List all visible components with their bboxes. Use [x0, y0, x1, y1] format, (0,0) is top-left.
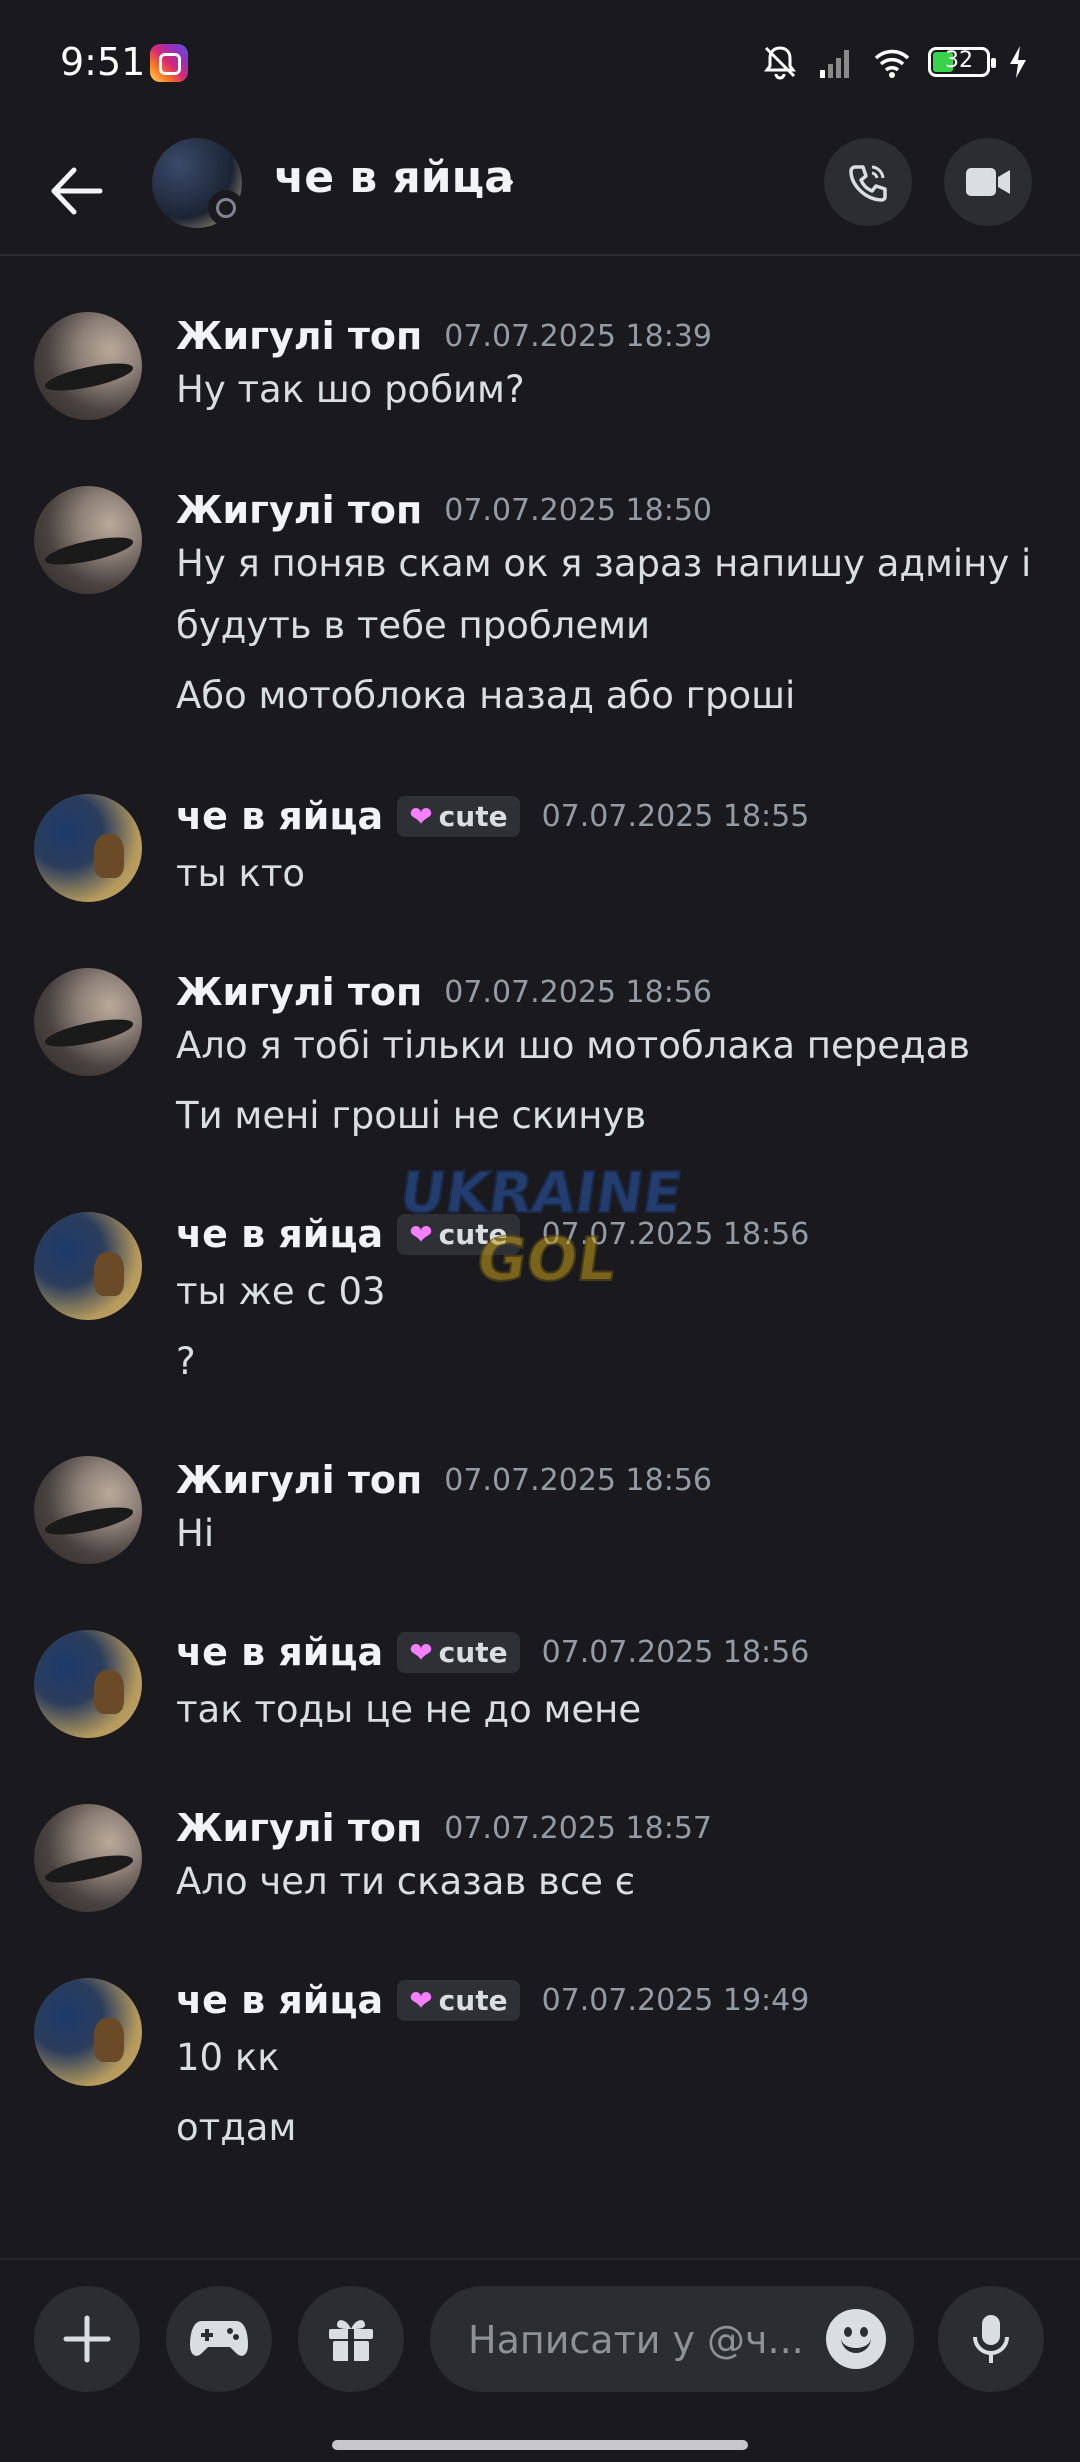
- role-tag: ❤ cute: [397, 795, 520, 837]
- heart-icon: ❤: [409, 1983, 433, 2017]
- avatar[interactable]: [34, 312, 142, 420]
- video-call-button[interactable]: [944, 138, 1032, 226]
- gift-button[interactable]: [298, 2286, 404, 2392]
- microphone-icon: [973, 2315, 1009, 2363]
- avatar[interactable]: [34, 1630, 142, 1738]
- back-arrow-icon[interactable]: [42, 156, 112, 226]
- timestamp: 07.07.2025 18:50: [444, 492, 713, 528]
- message-text: Або мотоблока назад або гроші: [176, 674, 796, 717]
- message-text: будуть в тебе проблеми: [176, 604, 651, 647]
- author-name[interactable]: че в яйца: [176, 1978, 383, 2022]
- message-text: 10 кк: [176, 2036, 280, 2079]
- timestamp: 07.07.2025 18:57: [444, 1810, 713, 1846]
- timestamp: 07.07.2025 18:39: [444, 318, 713, 354]
- plus-icon: [63, 2315, 111, 2363]
- message-text: ты же с 03: [176, 1270, 386, 1313]
- avatar[interactable]: [34, 486, 142, 594]
- message-text: Ти мені гроші не скинув: [176, 1094, 647, 1137]
- channel-title[interactable]: че в яйца: [274, 152, 514, 203]
- call-button[interactable]: [824, 138, 912, 226]
- message-text: Ало чел ти сказав все є: [176, 1860, 636, 1903]
- role-tag: ❤ cute: [397, 1979, 520, 2021]
- watermark-logo: UKRAINE GOL: [395, 1160, 687, 1296]
- timestamp: 07.07.2025 18:56: [444, 974, 713, 1010]
- watermark-line2: GOL: [472, 1225, 620, 1295]
- timestamp: 07.07.2025 19:49: [541, 1982, 810, 2018]
- activities-button[interactable]: [166, 2286, 272, 2392]
- instagram-icon: [150, 44, 188, 82]
- message-text: Ні: [176, 1512, 215, 1555]
- chevron-right-icon[interactable]: ›: [500, 158, 516, 204]
- phone-call-icon: [849, 165, 887, 202]
- wifi-icon: [874, 49, 910, 78]
- tag-label: cute: [438, 1635, 508, 1669]
- message-text: Ало я тобі тільки шо мотоблака передав: [176, 1024, 971, 1067]
- heart-icon: ❤: [409, 799, 433, 833]
- avatar[interactable]: [34, 794, 142, 902]
- author-name[interactable]: Жигулі топ: [176, 1458, 422, 1502]
- status-icons: 32: [760, 42, 1030, 82]
- offline-status-icon: [208, 190, 244, 226]
- author-name[interactable]: Жигулі топ: [176, 970, 422, 1014]
- watermark-line1: UKRAINE: [396, 1161, 686, 1226]
- message-text: Ну так шо робим?: [176, 368, 525, 411]
- timestamp: 07.07.2025 18:56: [541, 1634, 810, 1670]
- gift-icon: [329, 2320, 373, 2361]
- message-text: ?: [176, 1340, 196, 1383]
- avatar[interactable]: [34, 1212, 142, 1320]
- gamepad-icon: [190, 2321, 248, 2356]
- tag-label: cute: [438, 1983, 508, 2017]
- message-text: Ну я поняв скам ок я зараз напишу адміну…: [176, 542, 1032, 585]
- status-bar: 9:51 32: [0, 0, 1080, 130]
- video-camera-icon: [966, 168, 1010, 196]
- author-name[interactable]: че в яйца: [176, 1212, 383, 1256]
- battery-icon: 32: [928, 47, 996, 77]
- home-indicator[interactable]: [332, 2440, 748, 2450]
- message-input-container[interactable]: [430, 2286, 914, 2394]
- author-name[interactable]: Жигулі топ: [176, 488, 422, 532]
- timestamp: 07.07.2025 18:55: [541, 798, 810, 834]
- timestamp: 07.07.2025 18:56: [444, 1462, 713, 1498]
- message-text: отдам: [176, 2106, 297, 2149]
- message-input[interactable]: [466, 2286, 810, 2394]
- avatar[interactable]: [34, 1456, 142, 1564]
- composer-bar: [0, 2258, 1080, 2462]
- heart-icon: ❤: [409, 1635, 433, 1669]
- role-tag: ❤ cute: [397, 1631, 520, 1673]
- mute-bell-icon: [764, 46, 796, 80]
- avatar[interactable]: [34, 1804, 142, 1912]
- author-name[interactable]: Жигулі топ: [176, 314, 422, 358]
- battery-level: 32: [945, 48, 973, 73]
- status-time: 9:51: [60, 40, 146, 84]
- chat-header: че в яйца ›: [0, 130, 1080, 256]
- avatar[interactable]: [34, 1978, 142, 2086]
- author-name[interactable]: Жигулі топ: [176, 1806, 422, 1850]
- author-name[interactable]: че в яйца: [176, 1630, 383, 1674]
- voice-button[interactable]: [938, 2286, 1044, 2392]
- avatar[interactable]: [34, 968, 142, 1076]
- signal-icon: [820, 50, 849, 78]
- message-text: ты кто: [176, 852, 306, 895]
- attach-button[interactable]: [34, 2286, 140, 2392]
- charging-icon: [1010, 46, 1026, 78]
- message-text: так тоды це не до мене: [176, 1688, 642, 1731]
- emoji-icon[interactable]: [826, 2309, 886, 2369]
- tag-label: cute: [438, 799, 508, 833]
- author-name[interactable]: че в яйца: [176, 794, 383, 838]
